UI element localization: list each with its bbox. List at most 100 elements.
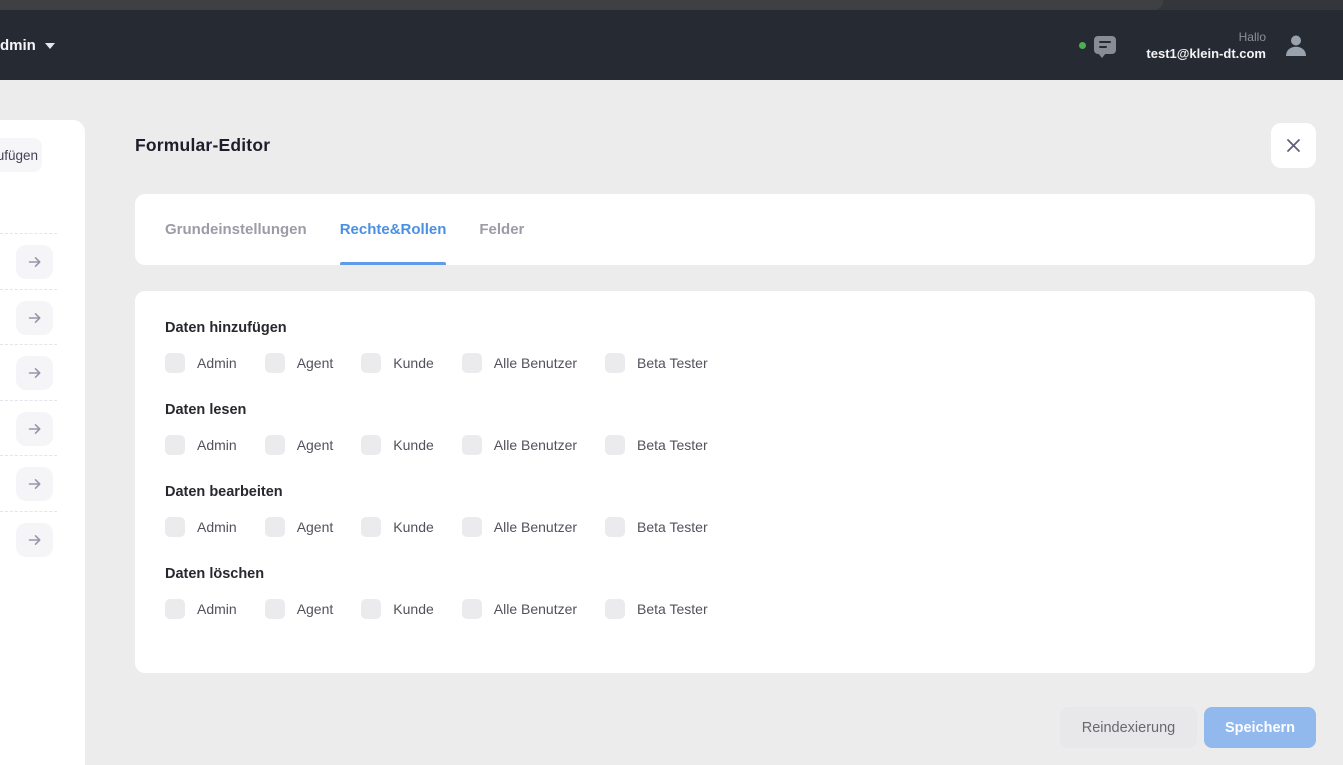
- close-button[interactable]: [1271, 123, 1316, 168]
- dashed-divider: [0, 400, 57, 401]
- tabs: Grundeinstellungen Rechte&Rollen Felder: [135, 194, 1315, 265]
- checkbox-agent[interactable]: [265, 517, 285, 537]
- open-item-button[interactable]: [16, 356, 53, 390]
- checkbox-agent[interactable]: [265, 353, 285, 373]
- checkbox-agent[interactable]: [265, 599, 285, 619]
- role-option-beta-tester[interactable]: Beta Tester: [605, 435, 708, 455]
- checkbox-beta-tester[interactable]: [605, 353, 625, 373]
- role-option-alle-benutzer[interactable]: Alle Benutzer: [462, 517, 577, 537]
- chat-icon-line: [1099, 41, 1111, 43]
- role-option-admin[interactable]: Admin: [165, 435, 237, 455]
- open-item-button[interactable]: [16, 301, 53, 335]
- dashed-divider: [0, 344, 57, 345]
- role-option-agent[interactable]: Agent: [265, 517, 334, 537]
- checkbox-label: Admin: [197, 601, 237, 617]
- reindex-button[interactable]: Reindexierung: [1060, 707, 1197, 748]
- permission-section-lesen: Daten lesen Admin Agent Kunde Alle Benut…: [165, 400, 1285, 456]
- checkbox-kunde[interactable]: [361, 517, 381, 537]
- checkbox-label: Beta Tester: [637, 437, 708, 453]
- role-option-kunde[interactable]: Kunde: [361, 353, 433, 373]
- checkbox-row: Admin Agent Kunde Alle Benutzer Beta Tes…: [165, 516, 1285, 538]
- checkbox-label: Beta Tester: [637, 519, 708, 535]
- role-option-admin[interactable]: Admin: [165, 517, 237, 537]
- tab-felder[interactable]: Felder: [479, 194, 524, 265]
- role-option-alle-benutzer[interactable]: Alle Benutzer: [462, 353, 577, 373]
- checkbox-kunde[interactable]: [361, 353, 381, 373]
- sidebar-list-item: [0, 511, 85, 557]
- sidebar-list-item: [0, 289, 85, 335]
- role-option-agent[interactable]: Agent: [265, 353, 334, 373]
- checkbox-label: Agent: [297, 519, 334, 535]
- permission-section-hinzufuegen: Daten hinzufügen Admin Agent Kunde Alle …: [165, 318, 1285, 374]
- user-avatar-icon[interactable]: [1282, 31, 1310, 59]
- section-title: Daten lesen: [165, 400, 1285, 421]
- checkbox-label: Kunde: [393, 601, 433, 617]
- checkbox-label: Alle Benutzer: [494, 355, 577, 371]
- dashed-divider: [0, 233, 57, 234]
- sidebar-list-item: [0, 400, 85, 446]
- checkbox-label: Agent: [297, 355, 334, 371]
- role-option-beta-tester[interactable]: Beta Tester: [605, 517, 708, 537]
- dashed-divider: [0, 455, 57, 456]
- checkbox-agent[interactable]: [265, 435, 285, 455]
- checkbox-admin[interactable]: [165, 599, 185, 619]
- checkbox-admin[interactable]: [165, 353, 185, 373]
- permission-section-bearbeiten: Daten bearbeiten Admin Agent Kunde Alle …: [165, 482, 1285, 538]
- checkbox-beta-tester[interactable]: [605, 517, 625, 537]
- arrow-right-icon: [27, 310, 43, 326]
- open-item-button[interactable]: [16, 245, 53, 279]
- role-option-beta-tester[interactable]: Beta Tester: [605, 353, 708, 373]
- window-top-tab-shape: [0, 0, 1163, 10]
- checkbox-admin[interactable]: [165, 517, 185, 537]
- save-button[interactable]: Speichern: [1204, 707, 1316, 748]
- checkbox-admin[interactable]: [165, 435, 185, 455]
- close-icon: [1285, 137, 1302, 154]
- role-option-agent[interactable]: Agent: [265, 599, 334, 619]
- app-root: dmin Hallo test1@klein-dt.com ufügen: [0, 0, 1343, 765]
- checkbox-alle-benutzer[interactable]: [462, 517, 482, 537]
- role-option-agent[interactable]: Agent: [265, 435, 334, 455]
- window-top-strip: [0, 0, 1343, 10]
- checkbox-alle-benutzer[interactable]: [462, 599, 482, 619]
- tab-rechte-rollen[interactable]: Rechte&Rollen: [340, 194, 447, 265]
- section-title: Daten bearbeiten: [165, 482, 1285, 503]
- checkbox-row: Admin Agent Kunde Alle Benutzer Beta Tes…: [165, 434, 1285, 456]
- admin-dropdown-label: dmin: [0, 37, 36, 54]
- checkbox-alle-benutzer[interactable]: [462, 353, 482, 373]
- permission-section-loeschen: Daten löschen Admin Agent Kunde Alle Ben…: [165, 564, 1285, 620]
- role-option-kunde[interactable]: Kunde: [361, 599, 433, 619]
- chat-bubble-icon[interactable]: [1094, 36, 1116, 54]
- role-option-beta-tester[interactable]: Beta Tester: [605, 599, 708, 619]
- checkbox-alle-benutzer[interactable]: [462, 435, 482, 455]
- open-item-button[interactable]: [16, 467, 53, 501]
- role-option-admin[interactable]: Admin: [165, 353, 237, 373]
- checkbox-label: Kunde: [393, 519, 433, 535]
- checkbox-label: Alle Benutzer: [494, 519, 577, 535]
- role-option-alle-benutzer[interactable]: Alle Benutzer: [462, 599, 577, 619]
- section-title: Daten löschen: [165, 564, 1285, 585]
- permissions-panel: Daten hinzufügen Admin Agent Kunde Alle …: [135, 291, 1315, 673]
- section-title: Daten hinzufügen: [165, 318, 1285, 339]
- arrow-right-icon: [27, 254, 43, 270]
- greeting-text: Hallo: [1146, 31, 1266, 43]
- role-option-kunde[interactable]: Kunde: [361, 517, 433, 537]
- checkbox-kunde[interactable]: [361, 599, 381, 619]
- top-navbar: dmin Hallo test1@klein-dt.com: [0, 10, 1343, 80]
- dashed-divider: [0, 511, 57, 512]
- checkbox-beta-tester[interactable]: [605, 435, 625, 455]
- checkbox-label: Alle Benutzer: [494, 601, 577, 617]
- tab-bar: Grundeinstellungen Rechte&Rollen Felder: [135, 194, 1315, 265]
- user-greeting: Hallo test1@klein-dt.com: [1146, 31, 1266, 60]
- tab-grundeinstellungen[interactable]: Grundeinstellungen: [165, 194, 307, 265]
- admin-dropdown[interactable]: dmin: [0, 10, 55, 80]
- role-option-admin[interactable]: Admin: [165, 599, 237, 619]
- role-option-kunde[interactable]: Kunde: [361, 435, 433, 455]
- checkbox-beta-tester[interactable]: [605, 599, 625, 619]
- role-option-alle-benutzer[interactable]: Alle Benutzer: [462, 435, 577, 455]
- open-item-button[interactable]: [16, 412, 53, 446]
- arrow-right-icon: [27, 476, 43, 492]
- open-item-button[interactable]: [16, 523, 53, 557]
- chat-icon-line: [1099, 46, 1107, 48]
- checkbox-kunde[interactable]: [361, 435, 381, 455]
- add-button[interactable]: ufügen: [0, 138, 42, 172]
